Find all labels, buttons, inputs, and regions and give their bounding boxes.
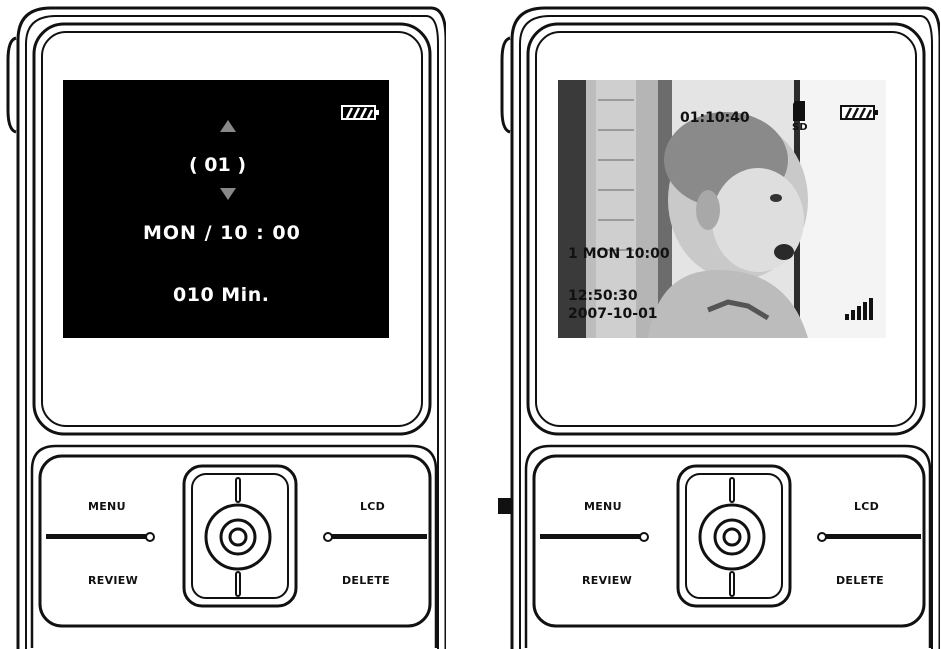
- recording-time: 01:10:40: [680, 110, 750, 126]
- duration-value: 010 Min.: [173, 284, 270, 306]
- delete-label: DELETE: [342, 574, 390, 587]
- channel-number: ( 01 ): [189, 154, 247, 176]
- up-arrow-icon: [220, 120, 236, 132]
- review-label: REVIEW: [88, 574, 139, 587]
- lcd-label: LCD: [854, 500, 880, 513]
- delete-label: DELETE: [836, 574, 884, 587]
- clock-date: 2007-10-01: [568, 306, 658, 322]
- sd-card-icon: [793, 101, 805, 121]
- signal-strength-icon: [845, 298, 873, 320]
- schedule-label: 1 MON 10:00: [568, 246, 670, 262]
- lcd-label: LCD: [360, 500, 386, 513]
- dpad-icon: [676, 464, 792, 608]
- clock-time: 12:50:30: [568, 288, 638, 304]
- sd-label: SD: [792, 122, 808, 133]
- menu-label: MENU: [88, 500, 126, 513]
- down-arrow-icon: [220, 188, 236, 200]
- battery-icon: [341, 105, 379, 120]
- right-device: MENU REVIEW LCD DELETE 01:10:40 SD 1 MON…: [500, 0, 940, 649]
- left-device: MENU REVIEW LCD DELETE ( 01 ) MON / 10 :…: [6, 0, 446, 649]
- battery-icon: [840, 105, 878, 120]
- left-lcd-screen: ( 01 ) MON / 10 : 00 010 Min.: [63, 80, 389, 338]
- schedule-day-time: MON / 10 : 00: [143, 222, 301, 244]
- review-label: REVIEW: [582, 574, 633, 587]
- dpad-icon: [182, 464, 298, 608]
- menu-label: MENU: [584, 500, 622, 513]
- right-lcd-screen: 01:10:40 SD 1 MON 10:00 12:50:30 2007-10…: [558, 80, 886, 338]
